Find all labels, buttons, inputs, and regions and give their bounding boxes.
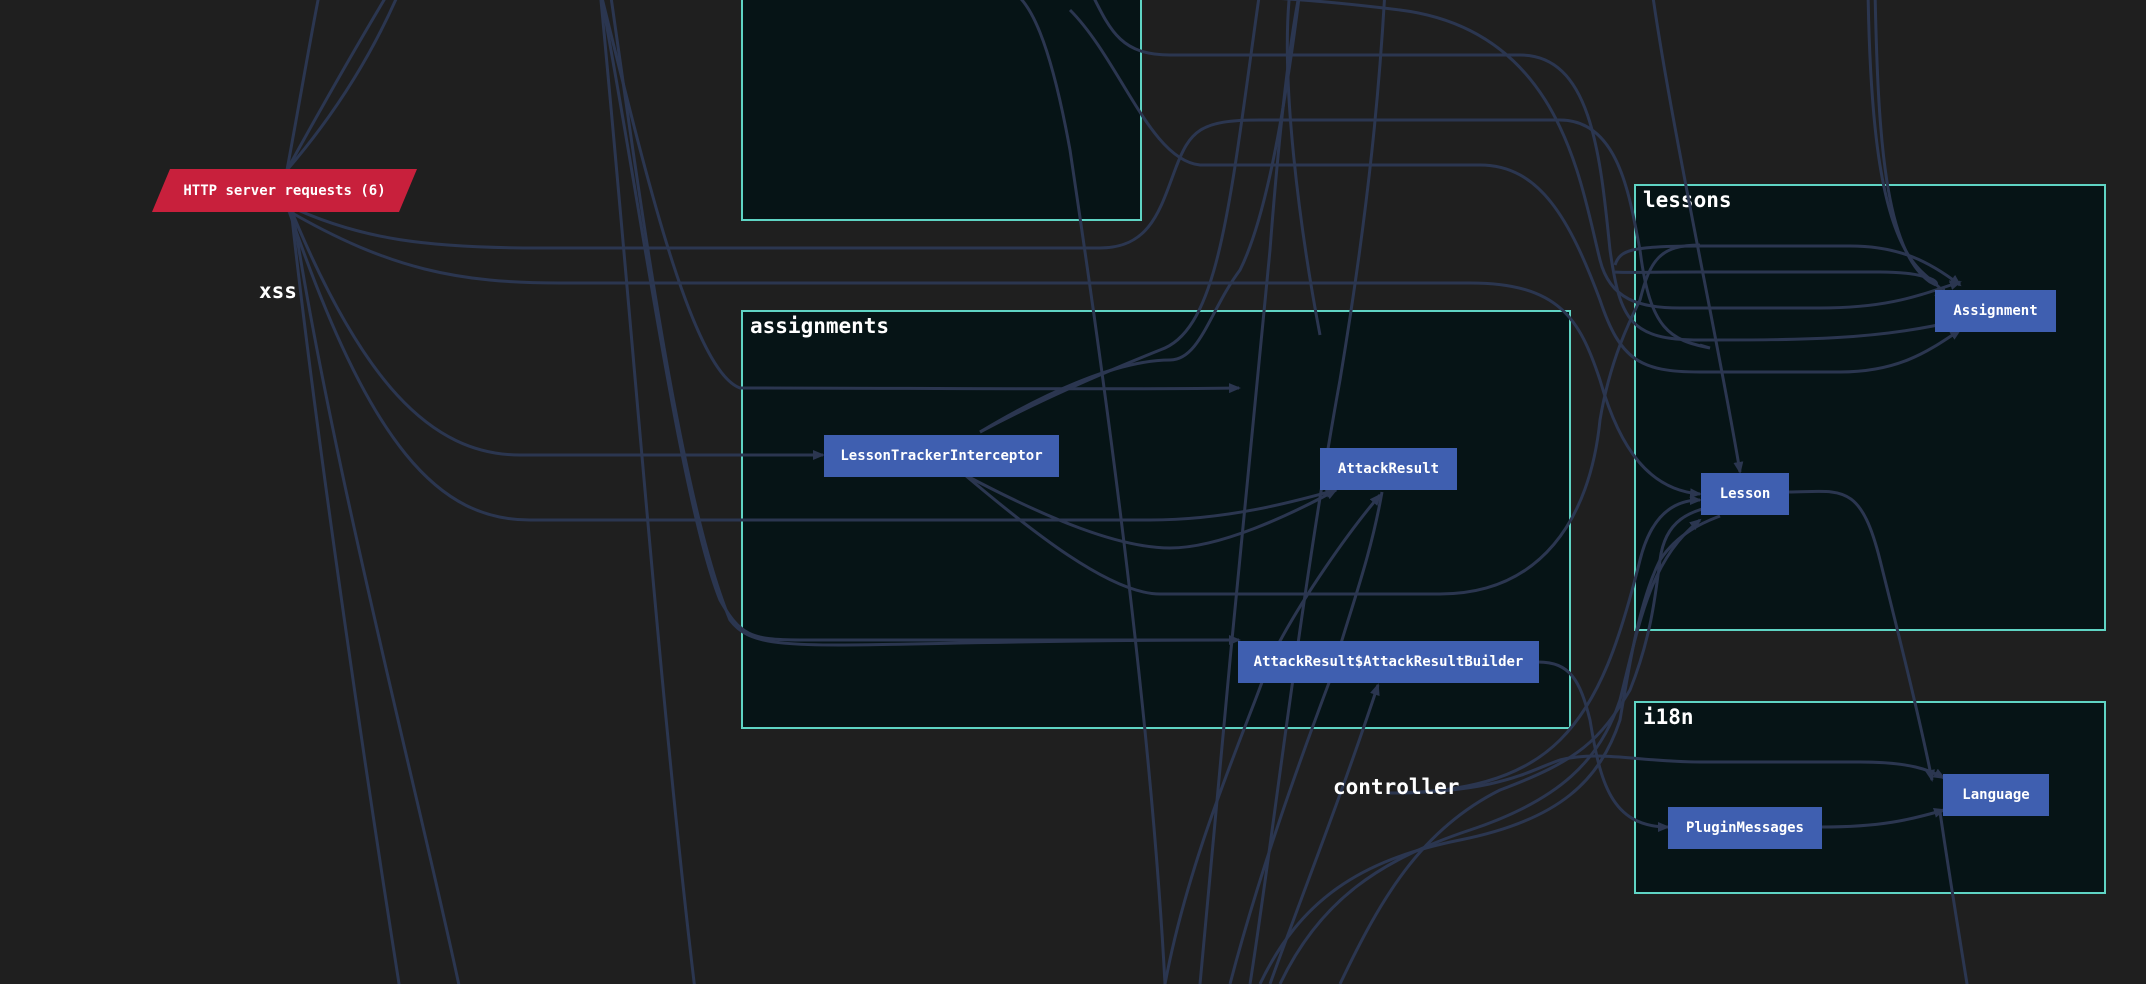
controller-label: controller bbox=[1333, 775, 1460, 799]
http-server-requests-node[interactable]: HTTP server requests (6) bbox=[152, 169, 417, 212]
edge-line bbox=[1651, 0, 1744, 474]
node-label: Language bbox=[1962, 787, 2030, 803]
xss-label: xss bbox=[259, 279, 297, 303]
edge-line bbox=[979, 0, 1301, 434]
edge-line bbox=[1821, 808, 1946, 829]
edge-line bbox=[285, 204, 1338, 522]
edge-line bbox=[285, 0, 320, 171]
edges-layer bbox=[285, 0, 1969, 984]
edge-line bbox=[1387, 754, 1946, 795]
edge-line bbox=[1614, 270, 1938, 286]
edge-line bbox=[600, 0, 1241, 645]
edge-line bbox=[1787, 489, 1935, 782]
node-label: PluginMessages bbox=[1685, 820, 1804, 836]
edge-line bbox=[964, 473, 1338, 550]
edge-line bbox=[285, 199, 825, 460]
node-label: AttackResult$AttackResultBuilder bbox=[1253, 654, 1524, 670]
edge-line bbox=[1281, 0, 1962, 310]
diagram-canvas: assignments lessons i18n HTTP server req… bbox=[0, 0, 2146, 984]
node-lesson-tracker-interceptor[interactable]: LessonTrackerInterceptor bbox=[824, 435, 1059, 477]
node-label: Assignment bbox=[1953, 303, 2038, 319]
node-attack-result-builder[interactable]: AttackResult$AttackResultBuilder bbox=[1238, 641, 1539, 683]
node-plugin-messages[interactable]: PluginMessages bbox=[1668, 807, 1822, 849]
edge-line bbox=[285, 169, 461, 984]
edge-line bbox=[1338, 501, 1722, 984]
http-server-requests-label: HTTP server requests (6) bbox=[183, 182, 386, 199]
edge-line bbox=[1278, 518, 1702, 984]
edge-line bbox=[600, 0, 1241, 394]
edge-line bbox=[1198, 0, 1300, 984]
edge-line bbox=[1873, 0, 1937, 287]
node-label: Lesson bbox=[1719, 486, 1771, 502]
node-lesson[interactable]: Lesson bbox=[1701, 473, 1789, 515]
edge-line bbox=[1938, 811, 1969, 984]
edge-line bbox=[1163, 493, 1382, 984]
node-label: AttackResult bbox=[1337, 461, 1440, 477]
node-attack-result[interactable]: AttackResult bbox=[1320, 448, 1457, 490]
node-assignment[interactable]: Assignment bbox=[1935, 290, 2056, 332]
edge-line bbox=[1248, 0, 1386, 984]
edge-line bbox=[979, 0, 1261, 434]
edge-line bbox=[599, 0, 696, 984]
node-language[interactable]: Language bbox=[1943, 774, 2049, 816]
node-label: LessonTrackerInterceptor bbox=[840, 448, 1043, 464]
edge-line bbox=[285, 169, 401, 984]
edge-line bbox=[285, 0, 398, 171]
edge-line bbox=[286, 118, 1711, 350]
edge-line bbox=[1019, 0, 1167, 984]
